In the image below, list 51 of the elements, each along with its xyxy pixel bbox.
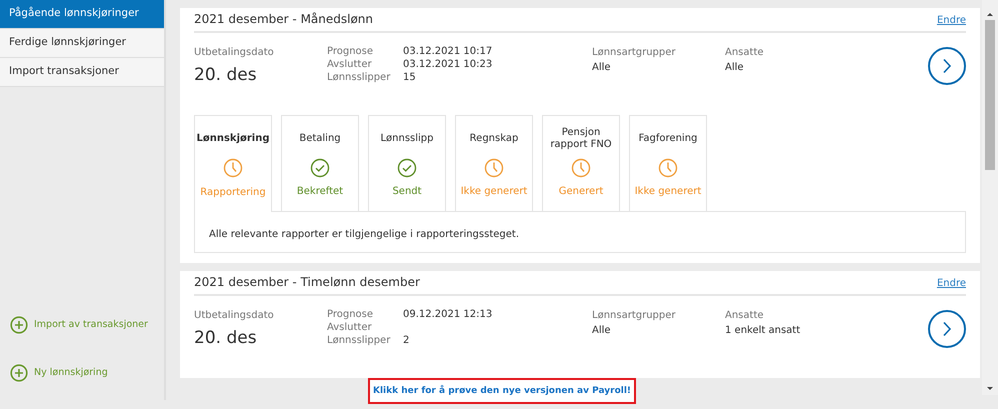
clock-icon	[571, 158, 591, 178]
payment-date: 20. des	[194, 327, 258, 350]
field-value: 15	[403, 71, 417, 84]
field-value: 1 enkelt ansatt	[725, 324, 802, 338]
field-label: Lønnsartgrupper	[592, 309, 676, 323]
clock-icon	[658, 158, 678, 178]
field-label: Ansatte	[725, 46, 765, 60]
step-tab[interactable]: Fagforening Ikke generert	[629, 115, 707, 211]
step-tab[interactable]: Regnskap Ikke generert	[455, 115, 533, 211]
try-new-version-link[interactable]: Klikk her for å prøve den nye versjonen av Payroll!	[368, 378, 636, 404]
field-label: Lønnsslipper	[327, 334, 392, 347]
next-button[interactable]	[928, 310, 966, 348]
field-value: 2	[403, 334, 410, 347]
field-label: Prognose	[327, 45, 374, 58]
check-circle-icon	[397, 158, 417, 178]
field-label: Ansatte	[725, 309, 765, 323]
step-tab[interactable]: Lønnskjøring Rapportering	[194, 115, 272, 212]
field-value: Alle	[592, 324, 612, 338]
chevron-right-icon	[942, 58, 952, 74]
field-label: Utbetalingsdato	[194, 309, 275, 323]
run-title: 2021 desember - Timelønn desember	[194, 274, 420, 291]
step-message: Alle relevante rapporter er tilgjengelige i rapporteringssteget.	[194, 211, 966, 253]
field-label: Prognose	[327, 308, 374, 321]
field-value: 03.12.2021 10:17	[403, 45, 494, 58]
clock-icon	[484, 158, 504, 178]
field-value: 03.12.2021 10:23	[403, 58, 494, 71]
scrollbar-thumb[interactable]	[985, 20, 995, 170]
sidebar-item[interactable]: Ferdige lønnskjøringer	[0, 29, 164, 58]
step-tab[interactable]: Lønnsslipp Sendt	[368, 115, 446, 211]
step-tab[interactable]: Pensjon rapport FNO Generert	[542, 115, 620, 211]
check-circle-icon	[310, 158, 330, 178]
payment-date: 20. des	[194, 64, 258, 87]
plus-circle-icon	[10, 364, 28, 382]
field-label: Avslutter	[327, 58, 373, 71]
field-label: Avslutter	[327, 321, 373, 334]
next-button[interactable]	[928, 47, 966, 85]
edit-link[interactable]: Endre	[936, 276, 966, 291]
sidebar-item[interactable]: Import transaksjoner	[0, 58, 164, 87]
chevron-right-icon	[942, 321, 952, 337]
sidebar-item[interactable]: Pågående lønnskjøringer	[0, 0, 164, 29]
edit-link[interactable]: Endre	[936, 13, 966, 28]
field-label: Lønnsartgrupper	[592, 46, 676, 60]
field-label: Utbetalingsdato	[194, 46, 275, 60]
field-value: 09.12.2021 12:13	[403, 308, 494, 321]
field-value: Alle	[725, 61, 745, 75]
field-label: Lønnsslipper	[327, 71, 392, 84]
run-title: 2021 desember - Månedslønn	[194, 11, 374, 28]
clock-icon	[223, 158, 243, 178]
plus-circle-icon	[10, 316, 28, 334]
step-tab[interactable]: Betaling Bekreftet	[281, 115, 359, 211]
field-value: Alle	[592, 61, 612, 75]
